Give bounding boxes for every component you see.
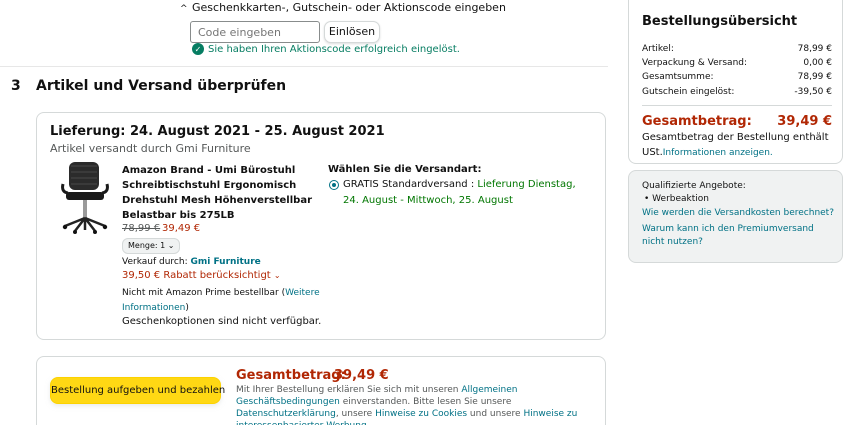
quantity-label: Menge: 1: [128, 241, 166, 250]
summary-row-label: Verpackung & Versand:: [642, 58, 748, 68]
place-order-button[interactable]: Bestellung aufgeben und bezahlen: [50, 377, 225, 404]
summary-row-value: 78,99 €: [797, 72, 832, 82]
summary-row-label: Gesamtsumme:: [642, 72, 714, 82]
legal-text-4: und unsere: [467, 409, 524, 419]
summary-divider: [642, 105, 832, 106]
summary-row: Gutschein eingelöst: -39,50 €: [642, 87, 832, 97]
summary-row: Artikel: 78,99 €: [642, 44, 832, 54]
legal-text-1: Mit Ihrer Bestellung erklären Sie sich m…: [236, 385, 462, 395]
summary-row: Gesamtsumme: 78,99 €: [642, 72, 832, 82]
chevron-down-icon: ⌄: [273, 271, 281, 280]
quantity-select[interactable]: Menge: 1 ⌄: [122, 238, 180, 254]
price-current: 39,49 €: [162, 223, 201, 234]
shipped-by-text: Artikel versandt durch Gmi Furniture: [50, 142, 251, 155]
prime-note-close: ): [185, 303, 189, 313]
delivery-date-title: Lieferung: 24. August 2021 - 25. August …: [50, 124, 385, 139]
prime-note-text: Nicht mit Amazon Prime bestellbar (: [122, 288, 286, 298]
summary-grand-total: Gesamtbetrag: 39,49 €: [642, 114, 832, 129]
shipping-option-standard[interactable]: GRATIS Standardversand : Lieferung Diens…: [343, 177, 593, 209]
privacy-link[interactable]: Datenschutzerklärung: [236, 409, 336, 419]
vat-note: Gesamtbetrag der Bestellung enthält USt.…: [642, 130, 837, 161]
promo-code-input[interactable]: [190, 21, 320, 43]
order-total-value: 39,49 €: [334, 368, 389, 383]
legal-text-2: einverstanden. Bitte lesen Sie unsere: [339, 397, 512, 407]
shipping-method-title: Wählen Sie die Versandart:: [328, 164, 482, 175]
summary-row: Verpackung & Versand: 0,00 €: [642, 58, 832, 68]
legal-text: Mit Ihrer Bestellung erklären Sie sich m…: [236, 384, 598, 425]
promo-apply-button[interactable]: Einlösen: [324, 21, 380, 43]
discount-text: 39,50 € Rabatt berücksichtigt: [122, 270, 271, 281]
vat-info-link[interactable]: Informationen anzeigen.: [663, 148, 773, 158]
promo-code-toggle[interactable]: ^ Geschenkkarten-, Gutschein- oder Aktion…: [180, 1, 506, 14]
step-title: Artikel und Versand überprüfen: [36, 78, 287, 94]
premium-shipping-faq-link[interactable]: Warum kann ich den Premiumversand nicht …: [642, 223, 832, 249]
qualified-offer-item: • Werbeaktion: [644, 194, 709, 204]
chevron-down-icon: ⌄: [167, 241, 175, 250]
grand-total-value: 39,49 €: [777, 114, 832, 129]
seller-info: Verkauf durch: Gmi Furniture: [122, 257, 261, 267]
section-divider: [0, 66, 608, 67]
summary-row-label: Artikel:: [642, 44, 674, 54]
seller-label: Verkauf durch:: [122, 257, 188, 267]
product-title: Amazon Brand - Umi Bürostuhl Schreibtisc…: [122, 165, 312, 221]
promo-success-message: ✓ Sie haben Ihren Aktionscode erfolgreic…: [192, 43, 460, 55]
shipping-option-label: GRATIS Standardversand :: [343, 179, 478, 190]
price-original: 78,99 €: [122, 223, 161, 234]
summary-row-value: 78,99 €: [797, 44, 832, 54]
seller-link[interactable]: Gmi Furniture: [190, 257, 260, 267]
gift-options-note: Geschenkoptionen sind nicht verfügbar.: [122, 316, 322, 327]
summary-row-value: -39,50 €: [794, 87, 832, 97]
promo-toggle-label: Geschenkkarten-, Gutschein- oder Aktions…: [192, 1, 506, 14]
qualified-offer-label: Werbeaktion: [652, 194, 709, 204]
office-chair-image[interactable]: [57, 160, 113, 234]
grand-total-label: Gesamtbetrag:: [642, 114, 752, 129]
summary-row-value: 0,00 €: [803, 58, 832, 68]
promo-success-text: Sie haben Ihren Aktionscode erfolgreich …: [208, 43, 460, 55]
qualified-offers-title: Qualifizierte Angebote:: [642, 181, 746, 191]
bullet-icon: •: [644, 194, 653, 204]
shipping-radio-standard[interactable]: [329, 180, 339, 190]
cookies-link[interactable]: Hinweise zu Cookies: [375, 409, 467, 419]
check-circle-icon: ✓: [192, 43, 204, 55]
prime-note: Nicht mit Amazon Prime bestellbar (Weite…: [122, 286, 322, 316]
chevron-up-icon: ^: [180, 4, 188, 14]
order-total-label: Gesamtbetrag:: [236, 368, 346, 383]
legal-text-3: , unsere: [335, 409, 376, 419]
shipping-cost-faq-link[interactable]: Wie werden die Versandkosten berechnet?: [642, 208, 834, 218]
summary-title: Bestellungsübersicht: [642, 14, 798, 29]
summary-row-label: Gutschein eingelöst:: [642, 87, 735, 97]
step-number: 3: [11, 78, 21, 94]
discount-applied[interactable]: 39,50 € Rabatt berücksichtigt ⌄: [122, 270, 281, 281]
